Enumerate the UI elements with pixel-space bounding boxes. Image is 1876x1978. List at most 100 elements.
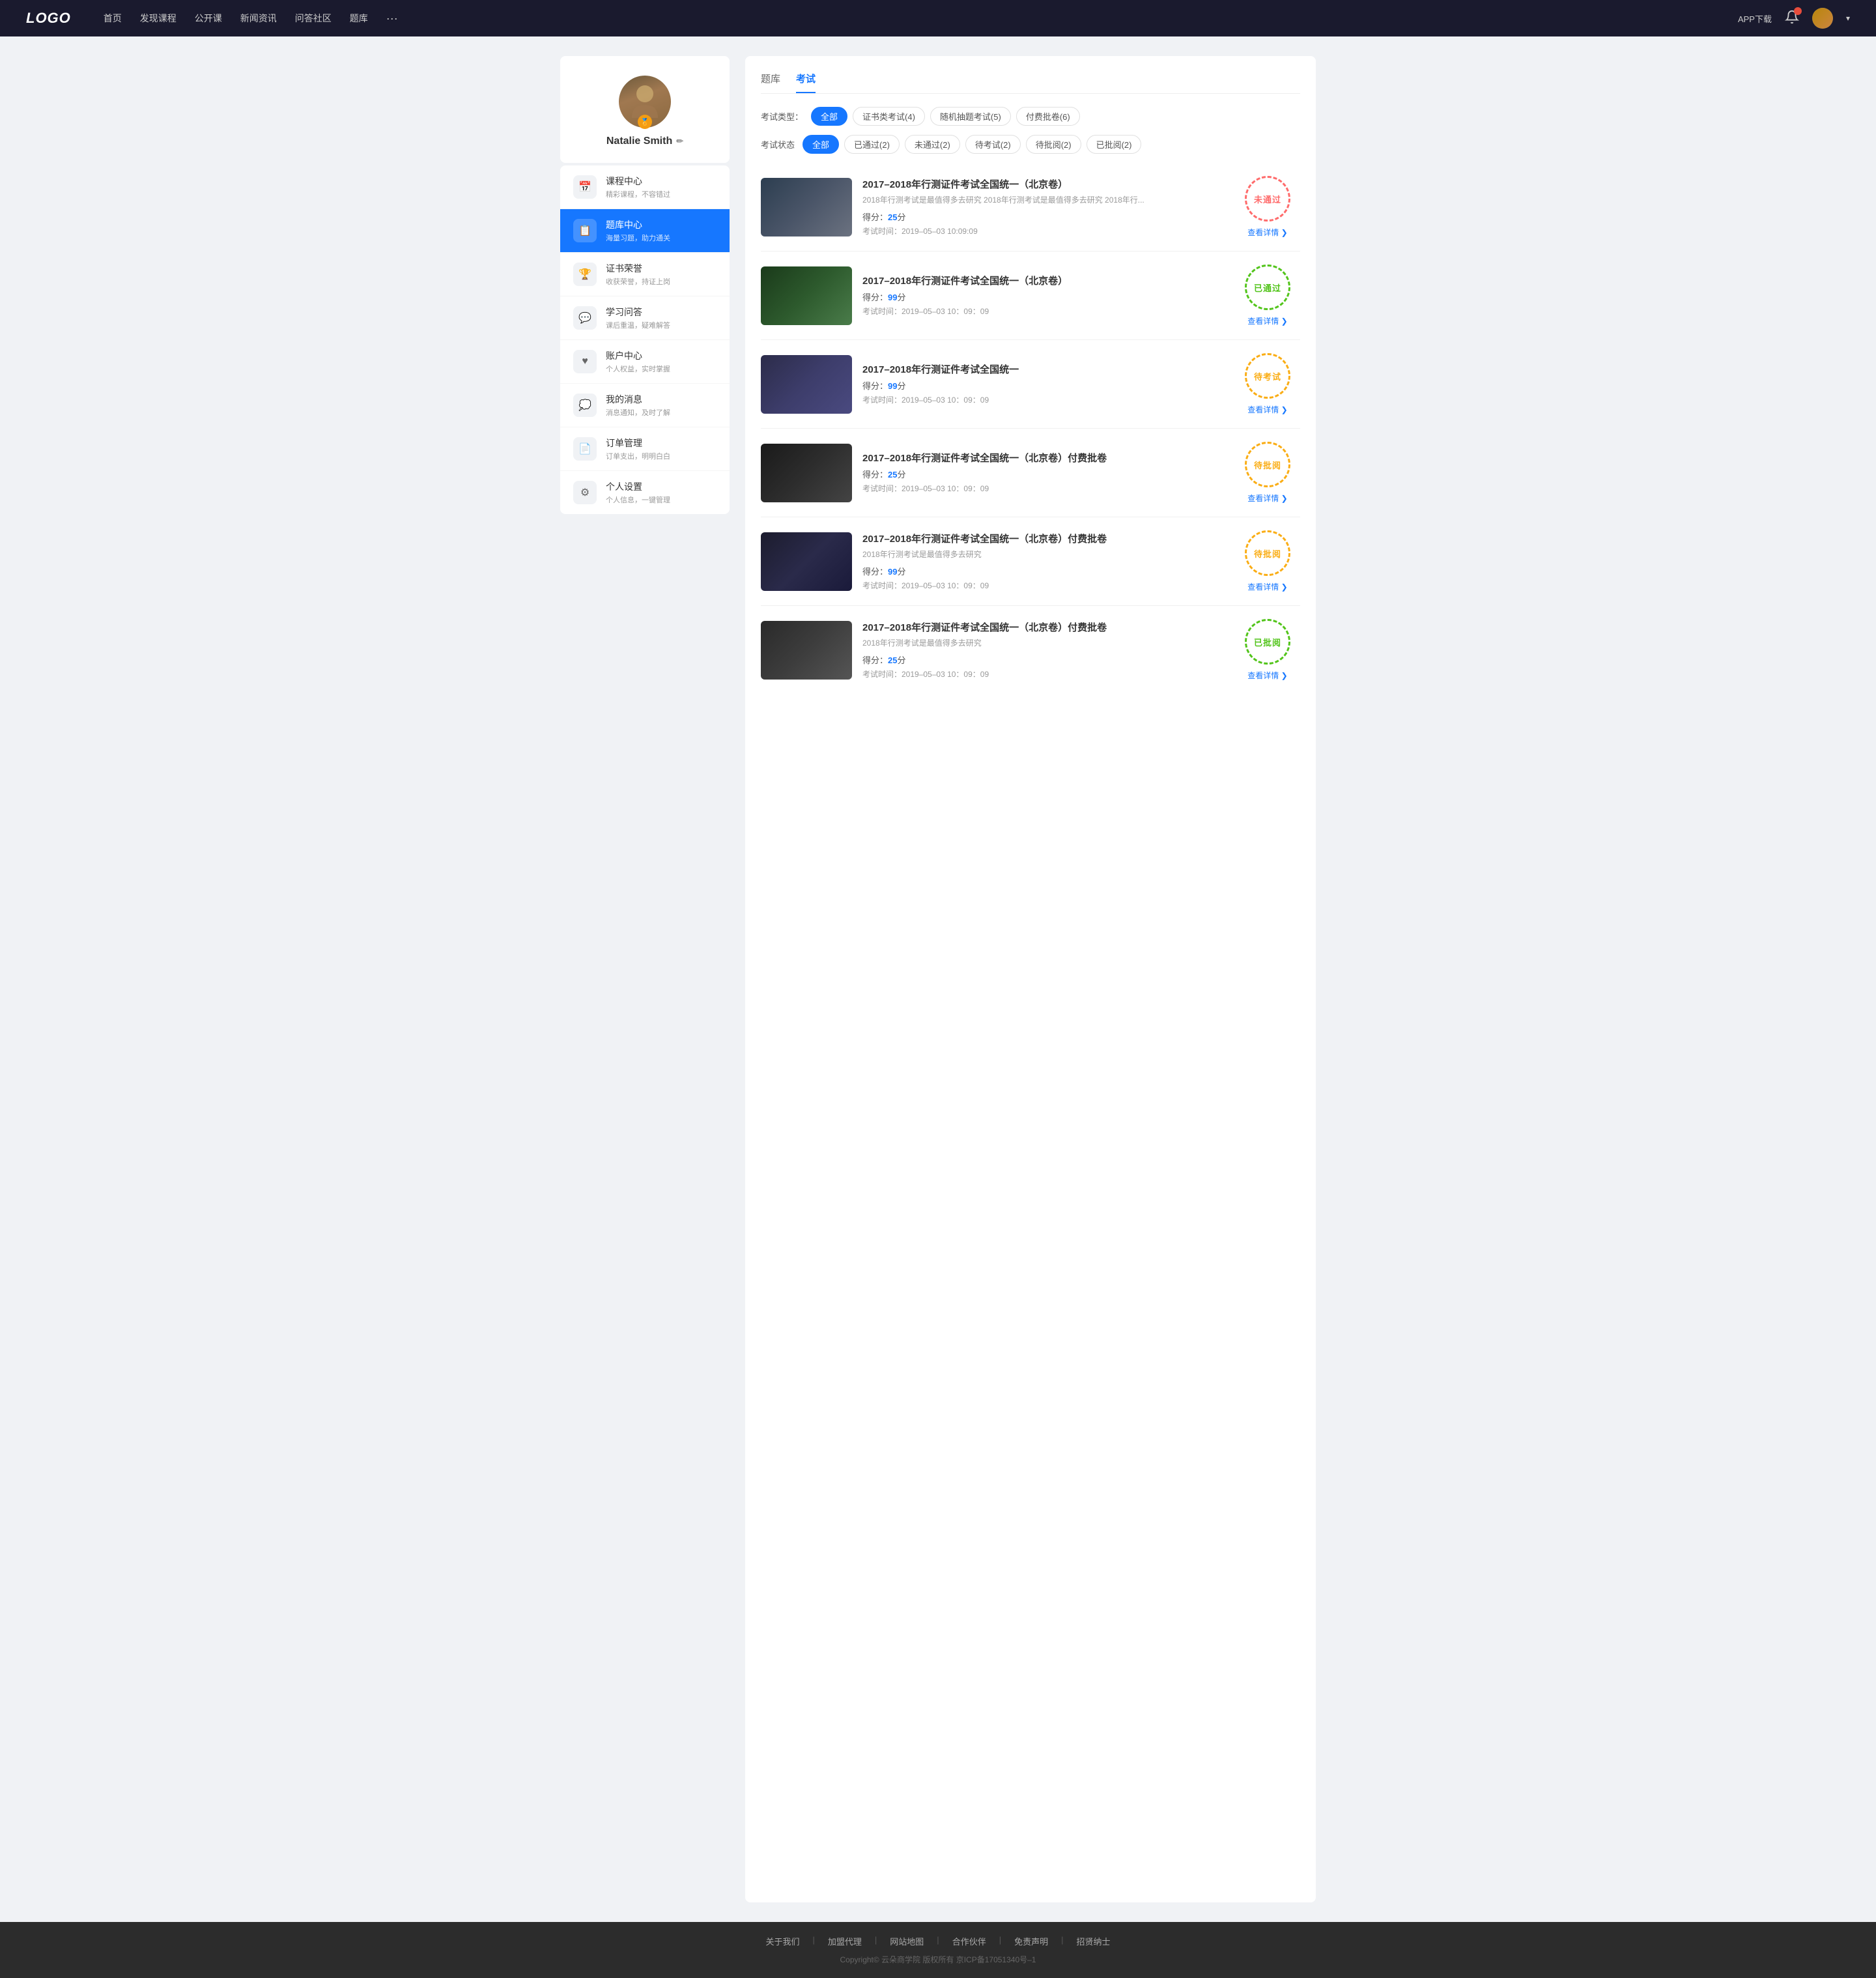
notification-bell[interactable] [1785, 10, 1799, 27]
exam-desc-1: 2018年行测考试是最值得多去研究 2018年行测考试是最值得多去研究 2018… [862, 194, 1225, 205]
exam-detail-link-4[interactable]: 查看详情 ❯ [1247, 493, 1287, 504]
exam-thumb-5 [761, 532, 852, 591]
filter-status-tag-4[interactable]: 待批阅(2) [1026, 135, 1081, 154]
exam-score-6: 得分：25分 [862, 653, 1225, 666]
exam-title-5: 2017–2018年行测证件考试全国统一（北京卷）付费批卷 [862, 532, 1225, 546]
exam-desc-5: 2018年行测考试是最值得多去研究 [862, 549, 1225, 560]
footer-link-4[interactable]: 免责声明 [1014, 1935, 1048, 1947]
filter-type-tag-0[interactable]: 全部 [811, 107, 847, 126]
exam-detail-link-3[interactable]: 查看详情 ❯ [1247, 404, 1287, 415]
footer-copyright: Copyright© 云朵商学院 版权所有 京ICP备17051340号–1 [0, 1954, 1876, 1965]
sidebar-profile: 🏅 Natalie Smith ✏ [560, 56, 730, 163]
exam-title-4: 2017–2018年行测证件考试全国统一（北京卷）付费批卷 [862, 452, 1225, 465]
menu-sub-account: 个人权益，实时掌握 [606, 364, 717, 374]
exam-status-wrap-1: 未通过 查看详情 ❯ [1235, 176, 1300, 238]
filter-status-tag-3[interactable]: 待考试(2) [965, 135, 1021, 154]
exam-detail-link-5[interactable]: 查看详情 ❯ [1247, 581, 1287, 592]
user-avatar[interactable] [1812, 8, 1833, 29]
menu-label-messages: 我的消息 [606, 393, 717, 406]
exam-time-6: 考试时间：2019–05–03 10：09：09 [862, 668, 1225, 680]
nav-link-opencourse[interactable]: 公开课 [195, 12, 222, 25]
menu-sub-orders: 订单支出，明明白白 [606, 451, 717, 461]
filter-type-tag-3[interactable]: 付费批卷(6) [1016, 107, 1080, 126]
navbar: LOGO 首页发现课程公开课新闻资讯问答社区题库··· APP下载 ▾ [0, 0, 1876, 36]
exam-item-5: 2017–2018年行测证件考试全国统一（北京卷）付费批卷 2018年行测考试是… [761, 517, 1300, 606]
profile-name-text: Natalie Smith [606, 136, 672, 147]
profile-avatar-wrap: 🏅 [619, 76, 671, 128]
nav-link-news[interactable]: 新闻资讯 [240, 12, 277, 25]
sidebar-item-certificate[interactable]: 🏆 证书荣誉 收获荣誉，持证上岗 [560, 253, 730, 296]
filter-status-tags: 全部已通过(2) 未通过(2) 待考试(2) 待批阅(2) 已批阅(2) [803, 135, 1141, 154]
exam-time-4: 考试时间：2019–05–03 10：09：09 [862, 483, 1225, 494]
exam-status-badge-3: 待考试 [1245, 353, 1290, 399]
exam-info-2: 2017–2018年行测证件考试全国统一（北京卷） 得分：99分 考试时间：20… [862, 274, 1225, 317]
menu-text-account: 账户中心 个人权益，实时掌握 [606, 349, 717, 374]
filter-status-tag-0[interactable]: 全部 [803, 135, 839, 154]
menu-sub-messages: 消息通知，及时了解 [606, 407, 717, 418]
user-dropdown-icon[interactable]: ▾ [1846, 14, 1850, 23]
footer-link-3[interactable]: 合作伙伴 [952, 1935, 986, 1947]
menu-sub-certificate: 收获荣誉，持证上岗 [606, 276, 717, 287]
exam-status-wrap-2: 已通过 查看详情 ❯ [1235, 265, 1300, 326]
sidebar-item-account[interactable]: ♥ 账户中心 个人权益，实时掌握 [560, 340, 730, 384]
exam-item-6: 2017–2018年行测证件考试全国统一（北京卷）付费批卷 2018年行测考试是… [761, 606, 1300, 694]
sidebar-item-qa[interactable]: 💬 学习问答 课后重温，疑难解答 [560, 296, 730, 340]
filter-type-tag-1[interactable]: 证书类考试(4) [853, 107, 925, 126]
sidebar-item-question-bank[interactable]: 📋 题库中心 海量习题，助力通关 [560, 209, 730, 253]
exam-title-3: 2017–2018年行测证件考试全国统一 [862, 363, 1225, 377]
menu-sub-question-bank: 海量习题，助力通关 [606, 233, 717, 243]
filter-status-tag-5[interactable]: 已批阅(2) [1087, 135, 1142, 154]
menu-label-question-bank: 题库中心 [606, 218, 717, 231]
exam-detail-link-2[interactable]: 查看详情 ❯ [1247, 315, 1287, 326]
nav-link-home[interactable]: 首页 [104, 12, 122, 25]
menu-icon-qa: 💬 [573, 306, 597, 330]
menu-text-messages: 我的消息 消息通知，及时了解 [606, 393, 717, 418]
filter-type-tags: 全部证书类考试(4) 随机抽题考试(5) 付费批卷(6) [811, 107, 1080, 126]
profile-edit-icon[interactable]: ✏ [676, 136, 683, 147]
menu-label-course-center: 课程中心 [606, 175, 717, 188]
menu-sub-settings: 个人信息，一键管理 [606, 494, 717, 505]
nav-link-discover[interactable]: 发现课程 [140, 12, 177, 25]
exam-info-1: 2017–2018年行测证件考试全国统一（北京卷） 2018年行测考试是最值得多… [862, 178, 1225, 236]
nav-links: 首页 发现课程 公开课 新闻资讯 问答社区 题库 ··· [104, 12, 1738, 25]
exam-status-badge-1: 未通过 [1245, 176, 1290, 222]
nav-link-questionbank[interactable]: 题库 [350, 12, 368, 25]
menu-icon-course-center: 📅 [573, 175, 597, 199]
exam-item-3: 2017–2018年行测证件考试全国统一 得分：99分 考试时间：2019–05… [761, 340, 1300, 429]
sidebar-item-orders[interactable]: 📄 订单管理 订单支出，明明白白 [560, 427, 730, 471]
exam-thumb-2 [761, 266, 852, 325]
exam-detail-link-1[interactable]: 查看详情 ❯ [1247, 227, 1287, 238]
nav-link-qa[interactable]: 问答社区 [295, 12, 332, 25]
menu-text-question-bank: 题库中心 海量习题，助力通关 [606, 218, 717, 243]
filter-status-row: 考试状态 全部已通过(2)未通过(2)待考试(2)待批阅(2)已批阅(2) [761, 135, 1300, 154]
avatar-image [1812, 8, 1833, 29]
sidebar-item-settings[interactable]: ⚙ 个人设置 个人信息，一键管理 [560, 471, 730, 514]
exam-score-4: 得分：25分 [862, 468, 1225, 480]
exam-detail-link-6[interactable]: 查看详情 ❯ [1247, 670, 1287, 681]
filter-status-tag-1[interactable]: 已通过(2) [844, 135, 900, 154]
nav-more[interactable]: ··· [386, 12, 398, 25]
filter-type-tag-2[interactable]: 随机抽题考试(5) [930, 107, 1011, 126]
sidebar-item-course-center[interactable]: 📅 课程中心 精彩课程，不容错过 [560, 165, 730, 209]
filter-status-tag-2[interactable]: 未通过(2) [905, 135, 960, 154]
footer-link-5[interactable]: 招贤纳士 [1077, 1935, 1111, 1947]
app-download-link[interactable]: APP下载 [1738, 12, 1772, 25]
tab-question[interactable]: 题库 [761, 72, 780, 93]
exam-info-3: 2017–2018年行测证件考试全国统一 得分：99分 考试时间：2019–05… [862, 363, 1225, 405]
footer-link-1[interactable]: 加盟代理 [828, 1935, 862, 1947]
footer-link-0[interactable]: 关于我们 [765, 1935, 799, 1947]
footer: 关于我们|加盟代理|网站地图|合作伙伴|免责声明|招贤纳士 Copyright©… [0, 1922, 1876, 1978]
menu-icon-settings: ⚙ [573, 481, 597, 504]
exam-time-2: 考试时间：2019–05–03 10：09：09 [862, 306, 1225, 317]
exam-status-badge-2: 已通过 [1245, 265, 1290, 310]
footer-link-2[interactable]: 网站地图 [890, 1935, 924, 1947]
exam-info-6: 2017–2018年行测证件考试全国统一（北京卷）付费批卷 2018年行测考试是… [862, 621, 1225, 680]
exam-status-wrap-3: 待考试 查看详情 ❯ [1235, 353, 1300, 415]
tab-exam[interactable]: 考试 [796, 72, 816, 93]
exam-thumb-4 [761, 444, 852, 502]
exam-thumb-1 [761, 178, 852, 236]
menu-text-qa: 学习问答 课后重温，疑难解答 [606, 306, 717, 330]
filter-type-row: 考试类型： 全部证书类考试(4)随机抽题考试(5)付费批卷(6) [761, 107, 1300, 126]
sidebar-item-messages[interactable]: 💭 我的消息 消息通知，及时了解 [560, 384, 730, 427]
menu-text-settings: 个人设置 个人信息，一键管理 [606, 480, 717, 505]
